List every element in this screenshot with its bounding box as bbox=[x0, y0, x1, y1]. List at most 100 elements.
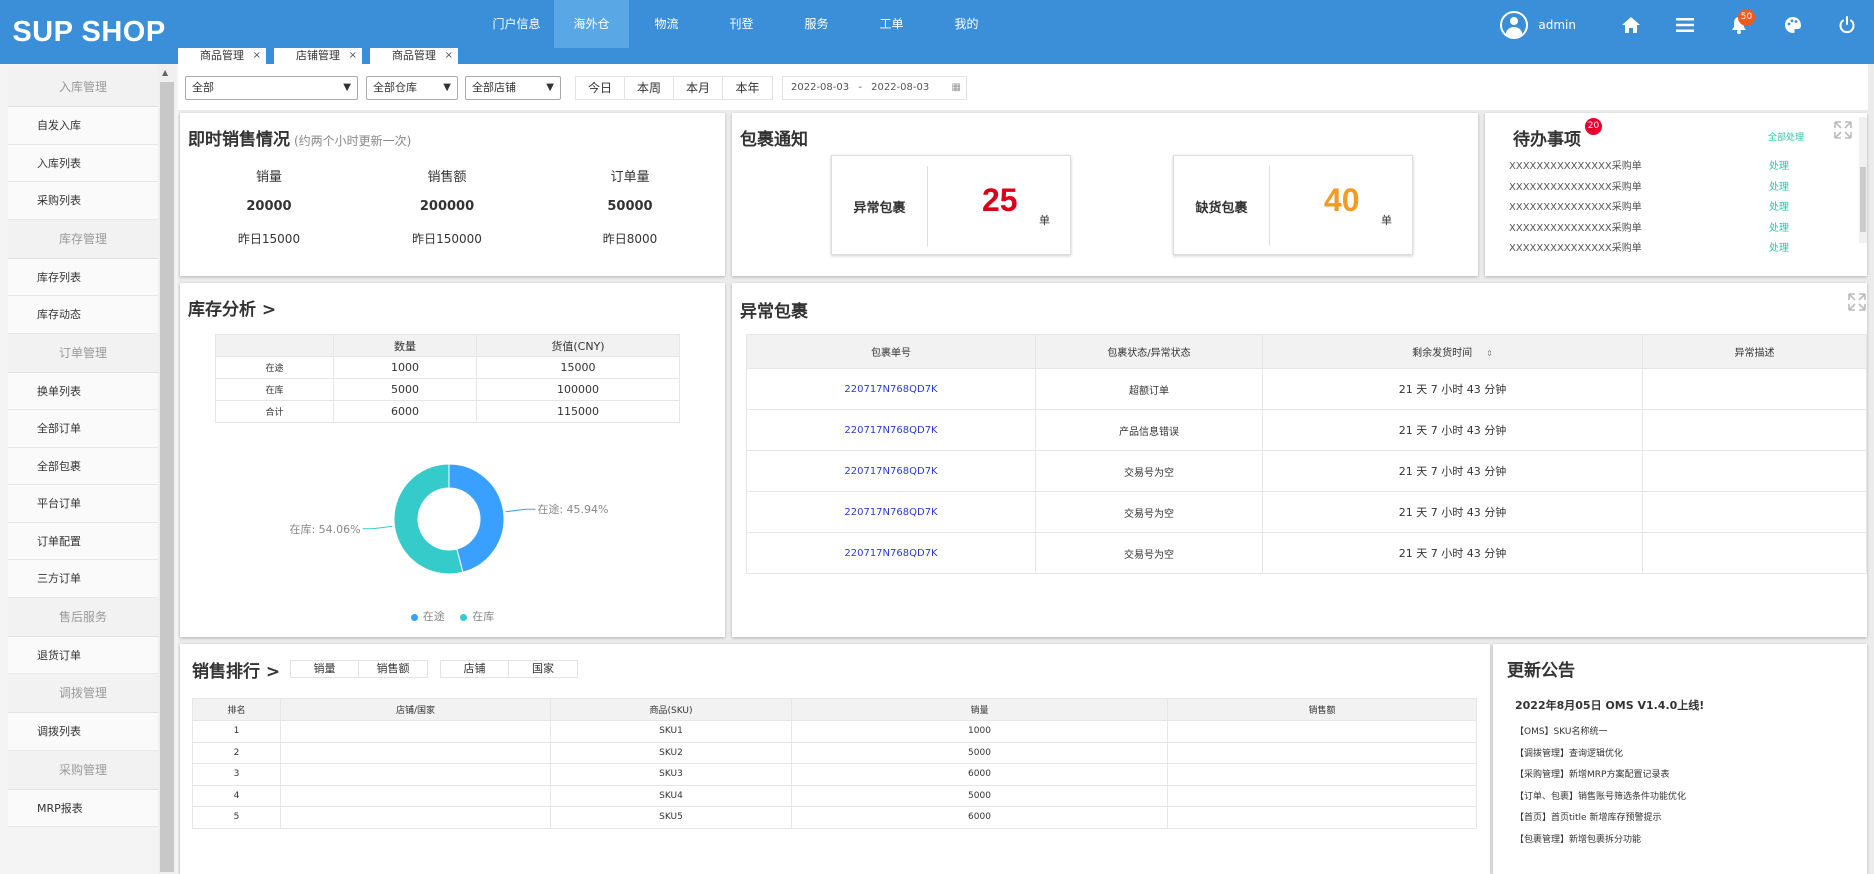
sidebar-item[interactable]: 平台订单 bbox=[8, 485, 158, 523]
power-icon[interactable] bbox=[1820, 0, 1874, 50]
table-cell: 5000 bbox=[791, 741, 1168, 764]
shop-select[interactable]: 全部店铺 ▼ bbox=[465, 76, 561, 100]
date-range-input[interactable]: 2022-08-03 - 2022-08-03 ▦ bbox=[782, 76, 967, 100]
legend-label: 在途 bbox=[422, 610, 445, 623]
package-number-link[interactable]: 220717N768QD7K bbox=[746, 368, 1036, 410]
process-link[interactable]: 处理 bbox=[1769, 219, 1789, 234]
legend-item-in-transit[interactable]: 在途 bbox=[410, 610, 445, 623]
tab-label: 店铺管理 bbox=[296, 49, 340, 62]
process-all-link[interactable]: 全部处理 bbox=[1768, 130, 1804, 143]
table-cell: 5000 bbox=[791, 784, 1168, 807]
slice-label: 在库: 54.06% bbox=[289, 523, 360, 536]
period-year-button[interactable]: 本年 bbox=[723, 77, 772, 99]
nav-ticket[interactable]: 工单 bbox=[854, 0, 929, 48]
package-number-link[interactable]: 220717N768QD7K bbox=[746, 409, 1036, 451]
nav-portal[interactable]: 门户信息 bbox=[479, 0, 554, 48]
announcement-item: 【订单、包裹】销售账号筛选条件功能优化 bbox=[1515, 791, 1687, 802]
sidebar-item[interactable]: 全部订单 bbox=[8, 410, 158, 448]
sidebar-item[interactable]: 换单列表 bbox=[8, 372, 158, 410]
tab-product-management-2[interactable]: 商品管理 × bbox=[370, 48, 458, 64]
sidebar-item[interactable]: 全部包裹 bbox=[8, 447, 158, 485]
process-link[interactable]: 处理 bbox=[1769, 198, 1789, 213]
sidebar-item[interactable]: 入库列表 bbox=[8, 144, 158, 182]
nav-mine[interactable]: 我的 bbox=[929, 0, 1004, 48]
tab-sales-amount[interactable]: 销售额 bbox=[359, 661, 427, 677]
label-leader-line bbox=[505, 508, 536, 513]
table-cell bbox=[1642, 368, 1867, 410]
expand-icon[interactable] bbox=[1848, 293, 1866, 311]
sidebar-item[interactable]: 退货订单 bbox=[8, 636, 158, 674]
sidebar-group-header[interactable]: 入库管理 bbox=[8, 68, 158, 107]
nav-listing[interactable]: 刊登 bbox=[704, 0, 779, 48]
package-number-link[interactable]: 220717N768QD7K bbox=[746, 532, 1036, 574]
tab-sales-volume[interactable]: 销量 bbox=[291, 661, 359, 677]
home-icon[interactable] bbox=[1604, 0, 1658, 50]
period-week-button[interactable]: 本周 bbox=[625, 77, 674, 99]
sidebar-group-header[interactable]: 售后服务 bbox=[8, 597, 158, 637]
close-icon[interactable]: × bbox=[349, 48, 357, 64]
label-leader-line bbox=[362, 525, 393, 530]
metric-value: 50000 bbox=[607, 199, 653, 214]
calendar-icon[interactable]: ▦ bbox=[952, 77, 961, 99]
tab-country[interactable]: 国家 bbox=[509, 661, 577, 677]
sidebar-item[interactable]: 库存动态 bbox=[8, 296, 158, 334]
process-link[interactable]: 处理 bbox=[1769, 178, 1789, 193]
scroll-up-icon[interactable]: ▲ bbox=[162, 68, 168, 77]
process-link[interactable]: 处理 bbox=[1769, 239, 1789, 254]
close-icon[interactable]: × bbox=[445, 48, 453, 64]
sidebar-group-header[interactable]: 订单管理 bbox=[8, 333, 158, 373]
sidebar-menu: 入库管理 自发入库 入库列表 采购列表 库存管理 库存列表 库存动态 订单管理 换单列表 全部订单… bbox=[8, 68, 158, 827]
todo-item: XXXXXXXXXXXXXXX采购单 处理 bbox=[1509, 178, 1799, 193]
period-today-button[interactable]: 今日 bbox=[576, 77, 625, 99]
sidebar-item[interactable]: 库存列表 bbox=[8, 258, 158, 296]
expand-icon[interactable] bbox=[1834, 121, 1852, 139]
tab-shop[interactable]: 店铺 bbox=[441, 661, 509, 677]
col-header-sortable[interactable]: 剩余发货时间 ⇕ bbox=[1262, 334, 1643, 369]
period-month-button[interactable]: 本月 bbox=[674, 77, 723, 99]
sales-now-panel: 即时销售情况 (约两个小时更新一次) 销量 20000 昨日15000 销售额 2… bbox=[180, 113, 725, 276]
menu-icon[interactable] bbox=[1658, 0, 1712, 50]
abnormal-package-box[interactable]: 异常包裹 25 单 bbox=[831, 155, 1071, 255]
sidebar-item[interactable]: MRP报表 bbox=[8, 789, 158, 827]
bell-icon[interactable]: 50 bbox=[1712, 0, 1766, 50]
tab-shop-management[interactable]: 店铺管理 × bbox=[274, 48, 362, 64]
sidebar-item[interactable]: 调拨列表 bbox=[8, 713, 158, 751]
logo[interactable]: SUP SHOP bbox=[0, 0, 178, 64]
sort-icon[interactable]: ⇕ bbox=[1486, 349, 1493, 358]
todo-text: XXXXXXXXXXXXXXX采购单 bbox=[1509, 202, 1642, 213]
scrollbar-thumb[interactable] bbox=[160, 82, 174, 872]
sidebar-item[interactable]: 采购列表 bbox=[8, 182, 158, 220]
process-link[interactable]: 处理 bbox=[1769, 157, 1789, 172]
scrollbar-thumb[interactable] bbox=[1860, 167, 1866, 232]
ranking-title[interactable]: 销售排行 > bbox=[192, 657, 280, 682]
nav-service[interactable]: 服务 bbox=[779, 0, 854, 48]
nav-logistics[interactable]: 物流 bbox=[629, 0, 704, 48]
todo-scrollbar[interactable] bbox=[1859, 117, 1867, 243]
tab-product-management-1[interactable]: 商品管理 × bbox=[178, 48, 266, 64]
table-cell: 6000 bbox=[791, 806, 1168, 829]
warehouse-select[interactable]: 全部仓库 ▼ bbox=[366, 76, 458, 100]
filter-select-all[interactable]: 全部 ▼ bbox=[185, 76, 358, 100]
metric-yesterday: 昨日15000 bbox=[237, 232, 301, 246]
sidebar-group-header[interactable]: 库存管理 bbox=[8, 219, 158, 259]
sidebar-item[interactable]: 订单配置 bbox=[8, 522, 158, 560]
legend-item-in-stock[interactable]: 在库 bbox=[460, 610, 494, 623]
close-icon[interactable]: × bbox=[253, 48, 261, 64]
palette-icon[interactable] bbox=[1766, 0, 1820, 50]
metric-yesterday: 昨日8000 bbox=[602, 232, 658, 246]
sidebar-group-header[interactable]: 调拨管理 bbox=[8, 674, 158, 713]
package-number-link[interactable]: 220717N768QD7K bbox=[746, 491, 1036, 533]
table-cell: 21 天 7 小时 43 分钟 bbox=[1262, 368, 1643, 410]
sidebar-item[interactable]: 自发入库 bbox=[8, 107, 158, 145]
nav-overseas-warehouse[interactable]: 海外仓 bbox=[554, 0, 629, 48]
sidebar-item[interactable]: 三方订单 bbox=[8, 560, 158, 598]
table-cell: SKU4 bbox=[550, 784, 792, 807]
sidebar-scrollbar[interactable]: ▲ bbox=[158, 64, 176, 874]
todo-badge: 20 bbox=[1585, 118, 1602, 135]
sidebar-group-header[interactable]: 采购管理 bbox=[8, 750, 158, 790]
user-menu[interactable]: admin bbox=[1500, 11, 1576, 39]
ranking-dimension-tabs: 店铺 国家 bbox=[440, 660, 578, 678]
package-number-link[interactable]: 220717N768QD7K bbox=[746, 450, 1036, 492]
ranking-metric-tabs: 销量 销售额 bbox=[290, 660, 428, 678]
out-of-stock-package-box[interactable]: 缺货包裹 40 单 bbox=[1173, 155, 1413, 255]
